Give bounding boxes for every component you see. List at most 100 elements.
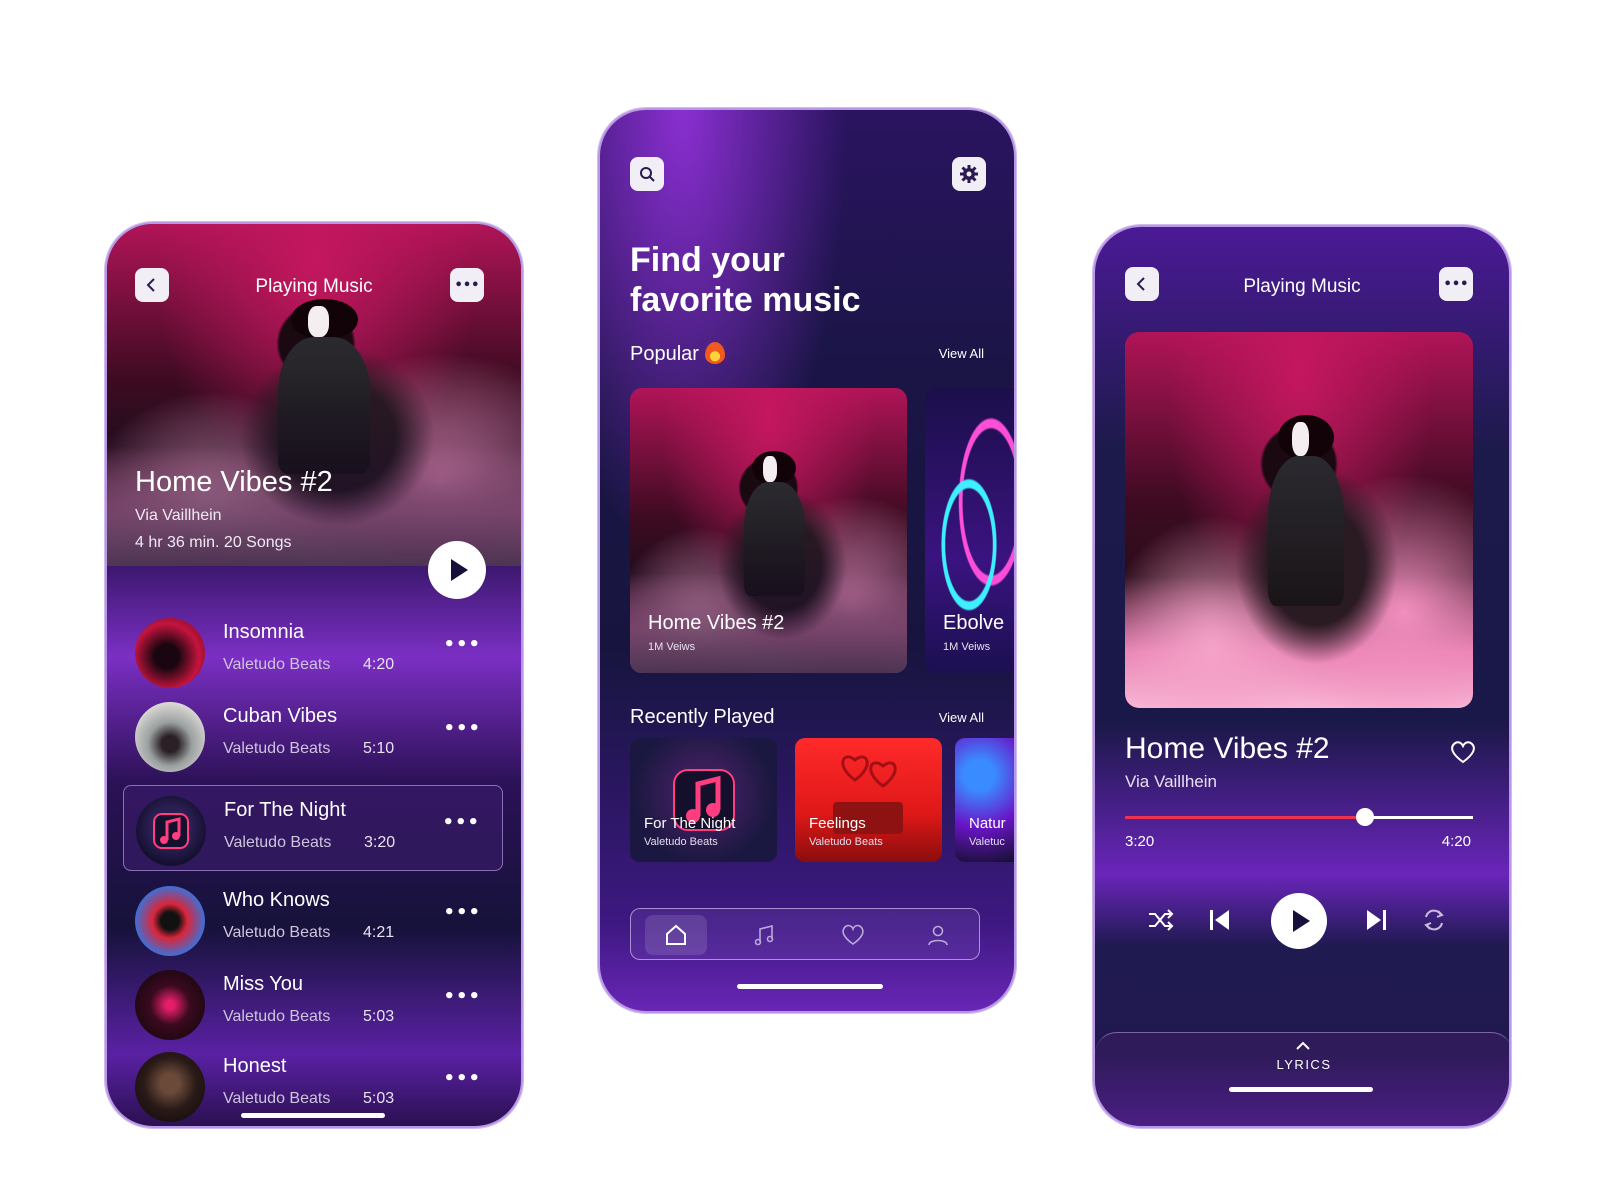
- song-duration: 5:03: [363, 1008, 395, 1025]
- song-duration: 3:20: [364, 834, 396, 851]
- heart-icon: [842, 924, 864, 945]
- home-indicator[interactable]: [737, 984, 883, 989]
- total-time: 4:20: [1441, 833, 1471, 850]
- popular-card[interactable]: Ebolve 1M Veiws: [925, 388, 1014, 673]
- song-title: Home Vibes #2: [1125, 732, 1330, 765]
- song-artwork: [135, 702, 205, 772]
- album-artwork: [1125, 332, 1473, 708]
- song-duration: 5:10: [363, 740, 395, 757]
- fire-icon: [704, 342, 725, 364]
- music-note-icon: [153, 813, 189, 849]
- song-title: Miss You: [223, 973, 304, 995]
- recent-card[interactable]: Feelings Valetudo Beats: [795, 738, 942, 862]
- recently-played-title: Recently Played: [630, 706, 775, 728]
- song-artwork: [135, 618, 205, 688]
- tab-music[interactable]: [733, 915, 795, 955]
- card-title: For The Night: [644, 815, 736, 832]
- more-button[interactable]: •••: [450, 268, 484, 302]
- more-dots-icon[interactable]: •••: [443, 986, 481, 1007]
- song-title: Insomnia: [223, 621, 305, 643]
- discover-screen: Find your favorite music Popular View Al…: [598, 108, 1016, 1013]
- progress-thumb[interactable]: [1356, 808, 1375, 826]
- song-artwork: [136, 796, 206, 866]
- lyrics-panel[interactable]: LYRICS: [1095, 1032, 1509, 1126]
- song-artist: Via Vaillhein: [1125, 772, 1217, 791]
- search-icon: [640, 167, 655, 182]
- progress-fill: [1125, 816, 1366, 819]
- song-artist: Valetudo Beats: [223, 740, 331, 757]
- popular-section-title: Popular: [630, 342, 725, 366]
- play-button[interactable]: [428, 541, 486, 599]
- more-dots-icon[interactable]: •••: [443, 718, 481, 739]
- chevron-up-icon: [1296, 1041, 1310, 1050]
- song-artist: Valetudo Beats: [223, 656, 331, 673]
- song-artwork: [135, 970, 205, 1040]
- card-artist: Valetudo Beats: [809, 836, 883, 848]
- popular-view-all-link[interactable]: View All: [939, 346, 984, 361]
- more-dots-icon[interactable]: •••: [442, 812, 480, 833]
- heading-line: favorite music: [630, 281, 861, 319]
- song-duration: 4:21: [363, 924, 395, 941]
- recent-card[interactable]: Natur Valetuc: [955, 738, 1014, 862]
- song-duration: 5:03: [363, 1090, 395, 1107]
- play-button[interactable]: [1271, 893, 1327, 949]
- music-note-icon: [754, 924, 774, 946]
- card-artist: Valetudo Beats: [644, 836, 718, 848]
- album-meta: 4 hr 36 min. 20 Songs: [135, 534, 292, 551]
- song-duration: 4:20: [363, 656, 395, 673]
- song-row[interactable]: Insomnia Valetudo Beats 4:20 •••: [123, 608, 503, 694]
- gear-icon: [960, 165, 978, 183]
- shuffle-icon[interactable]: [1147, 907, 1175, 933]
- card-artist: Valetuc: [969, 836, 1005, 848]
- heart-icon[interactable]: [1449, 739, 1477, 765]
- song-artwork: [135, 1052, 205, 1122]
- song-title: Cuban Vibes: [223, 705, 338, 727]
- song-title: Honest: [223, 1055, 287, 1077]
- settings-button[interactable]: [952, 157, 986, 191]
- album-artist: Via Vaillhein: [135, 507, 222, 524]
- home-indicator[interactable]: [1229, 1087, 1373, 1092]
- home-icon: [666, 924, 686, 945]
- song-artist: Valetudo Beats: [223, 924, 331, 941]
- tab-home[interactable]: [645, 915, 707, 955]
- repeat-icon[interactable]: [1421, 907, 1447, 933]
- previous-icon[interactable]: [1207, 907, 1233, 933]
- bottom-tab-bar: [630, 908, 980, 960]
- play-icon: [1292, 910, 1310, 932]
- more-button[interactable]: •••: [1439, 267, 1473, 301]
- lyrics-label: LYRICS: [1276, 1057, 1332, 1072]
- more-dots-icon[interactable]: •••: [443, 634, 481, 655]
- card-title: Feelings: [809, 815, 866, 832]
- more-dots-icon[interactable]: •••: [443, 902, 481, 923]
- heart-balloon-icon: [841, 755, 897, 788]
- song-row[interactable]: Cuban Vibes Valetudo Beats 5:10 •••: [123, 692, 503, 778]
- album-title: Home Vibes #2: [135, 466, 333, 498]
- popular-label: Popular: [630, 343, 699, 365]
- card-views: 1M Veiws: [648, 641, 696, 653]
- song-row-active[interactable]: For The Night Valetudo Beats 3:20 •••: [123, 785, 503, 871]
- card-views: 1M Veiws: [943, 641, 991, 653]
- play-icon: [450, 559, 468, 581]
- home-indicator[interactable]: [241, 1113, 385, 1118]
- recent-card[interactable]: For The Night Valetudo Beats: [630, 738, 777, 862]
- now-playing-screen: Playing Music ••• Home Vibes #2 Via Vail…: [1093, 225, 1511, 1128]
- song-title: For The Night: [224, 799, 346, 821]
- heading-line: Find your: [630, 241, 785, 279]
- song-row[interactable]: Who Knows Valetudo Beats 4:21 •••: [123, 876, 503, 962]
- card-title: Ebolve: [943, 612, 1005, 634]
- tab-favorites[interactable]: [821, 915, 883, 955]
- card-title: Home Vibes #2: [648, 612, 785, 634]
- more-dots-icon: •••: [1443, 276, 1469, 292]
- tab-profile[interactable]: [907, 915, 969, 955]
- elapsed-time: 3:20: [1125, 833, 1155, 850]
- song-title: Who Knows: [223, 889, 330, 911]
- song-artist: Valetudo Beats: [224, 834, 332, 851]
- recent-view-all-link[interactable]: View All: [939, 710, 984, 725]
- popular-card[interactable]: Home Vibes #2 1M Veiws: [630, 388, 907, 673]
- more-dots-icon[interactable]: •••: [443, 1068, 481, 1089]
- song-artwork: [135, 886, 205, 956]
- search-button[interactable]: [630, 157, 664, 191]
- next-icon[interactable]: [1363, 907, 1389, 933]
- profile-icon: [928, 925, 948, 946]
- song-row[interactable]: Miss You Valetudo Beats 5:03 •••: [123, 960, 503, 1046]
